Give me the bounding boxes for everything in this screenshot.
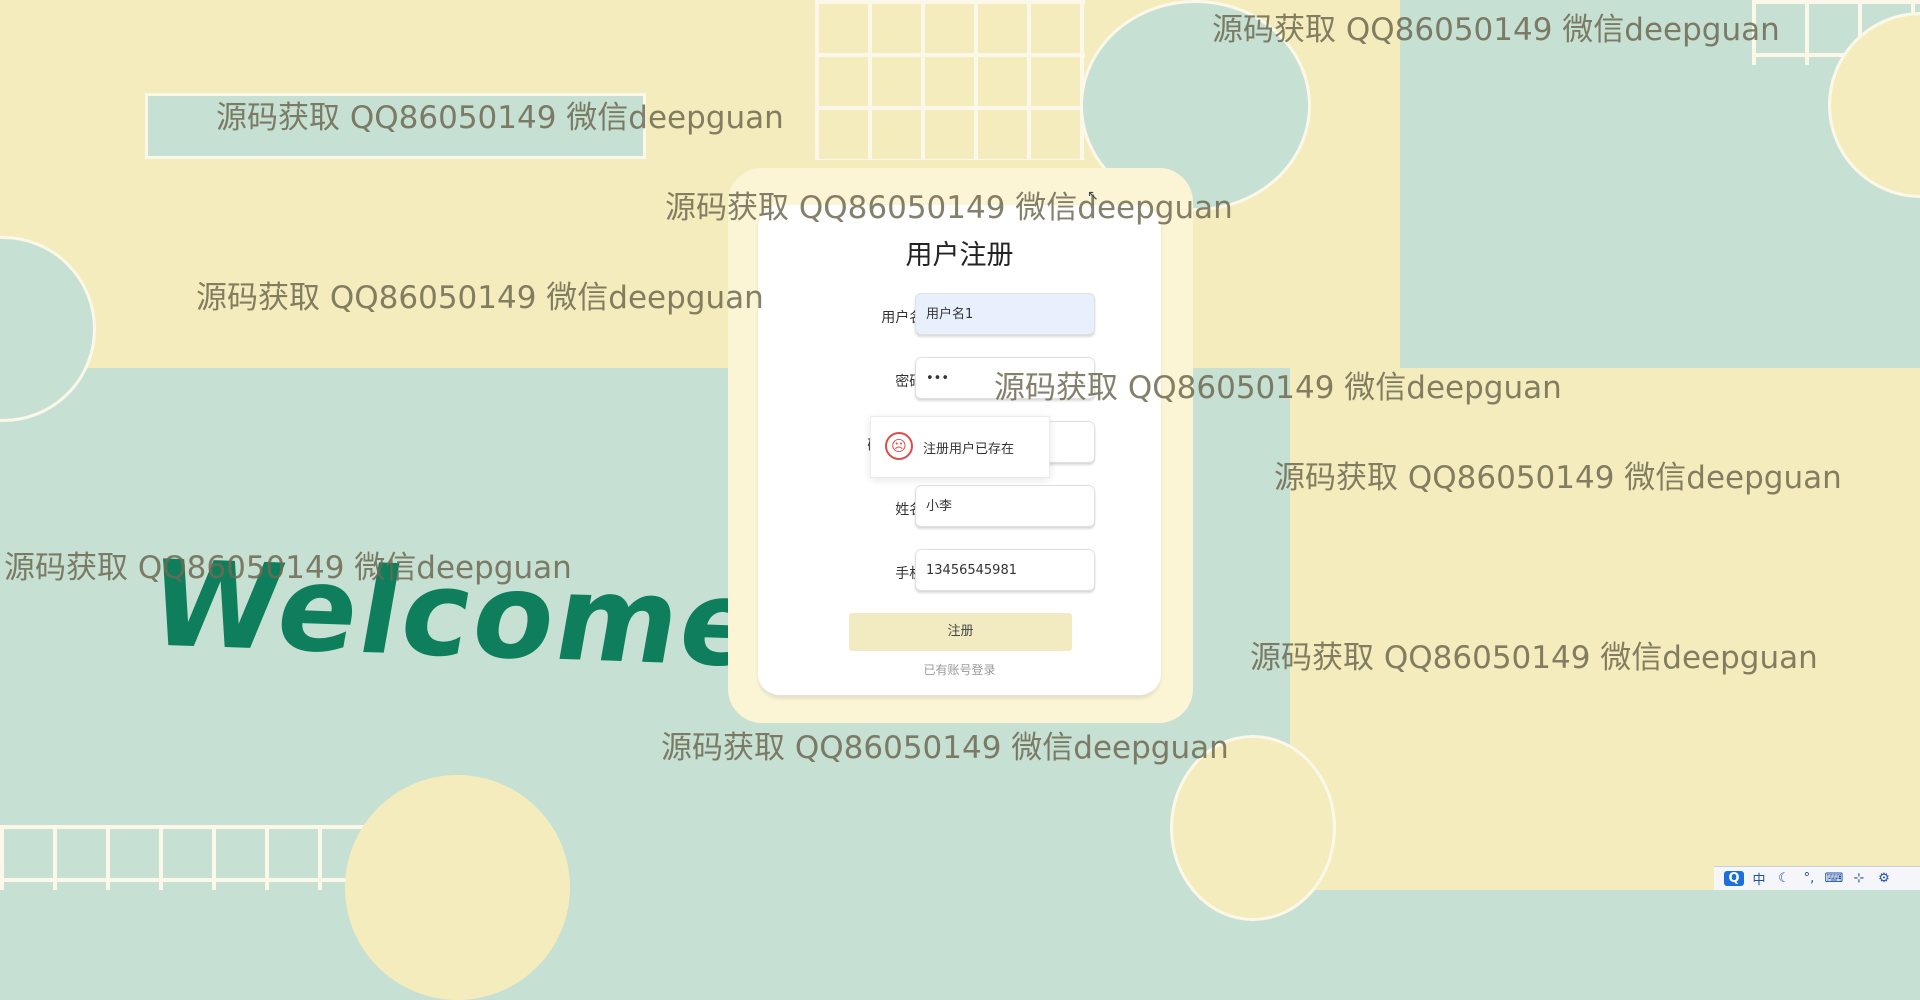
phone-input[interactable]: 13456545981 <box>915 549 1095 591</box>
ime-toolbar: Q 中 ☾ °, ⌨ ⊹ ⚙ <box>1714 866 1920 890</box>
watermark-9: 源码获取 QQ86050149 微信deepguan <box>661 730 1229 766</box>
name-label: 姓名: <box>895 502 928 518</box>
ime-chinese-mode[interactable]: 中 <box>1749 869 1769 888</box>
phone-label: 手机: <box>895 566 928 582</box>
watermark-3: 源码获取 QQ86050149 微信deepguan <box>665 190 1233 226</box>
bg-grid-bottom-left <box>0 825 375 890</box>
watermark-1: 源码获取 QQ86050149 微信deepguan <box>1212 12 1780 48</box>
sad-face-icon: ☹ <box>885 432 913 460</box>
phone-row: 手机: 13456545981 <box>758 549 1161 595</box>
watermark-4: 源码获取 QQ86050149 微信deepguan <box>196 280 764 316</box>
watermark-8: 源码获取 QQ86050149 微信deepguan <box>1250 640 1818 676</box>
bg-grid-top <box>815 0 1085 160</box>
ime-logo-icon[interactable]: Q <box>1724 871 1744 886</box>
watermark-7: 源码获取 QQ86050149 微信deepguan <box>4 550 572 586</box>
bg-bottom-right-panel <box>1290 368 1920 890</box>
page-title: 用户注册 <box>905 240 1014 271</box>
ime-tools-icon[interactable]: ⊹ <box>1849 871 1869 886</box>
bg-circle-bottom <box>345 775 570 1000</box>
username-row: 用户名: 用户名1 <box>758 293 1161 339</box>
ime-moon-icon[interactable]: ☾ <box>1774 871 1794 886</box>
ime-keyboard-icon[interactable]: ⌨ <box>1824 871 1844 886</box>
username-input[interactable]: 用户名1 <box>915 293 1095 335</box>
username-label: 用户名: <box>881 310 928 326</box>
login-link[interactable]: 已有账号登录 <box>758 661 1161 678</box>
name-input[interactable]: 小李 <box>915 485 1095 527</box>
toast-message: 注册用户已存在 <box>923 442 1015 457</box>
watermark-5: 源码获取 QQ86050149 微信deepguan <box>994 370 1562 406</box>
ime-punctuation-icon[interactable]: °, <box>1799 871 1819 886</box>
watermark-2: 源码获取 QQ86050149 微信deepguan <box>216 100 784 136</box>
mouse-cursor-icon: ↖ <box>1087 188 1099 204</box>
register-button[interactable]: 注册 <box>849 613 1072 651</box>
name-row: 姓名: 小李 <box>758 485 1161 531</box>
error-toast: ☹ 注册用户已存在 <box>870 416 1050 478</box>
password-label: 密码: <box>895 374 928 390</box>
watermark-6: 源码获取 QQ86050149 微信deepguan <box>1274 460 1842 496</box>
ime-settings-icon[interactable]: ⚙ <box>1874 871 1894 886</box>
